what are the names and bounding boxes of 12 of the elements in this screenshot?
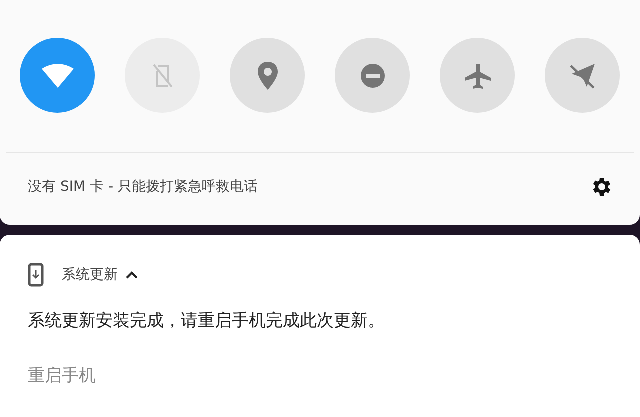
minus-circle-icon [360, 62, 386, 88]
restart-phone-action[interactable]: 重启手机 [28, 364, 96, 387]
no-sim-status-text: 没有 SIM 卡 - 只能拨打紧急呼救电话 [28, 178, 258, 196]
notification-message: 系统更新安装完成，请重启手机完成此次更新。 [28, 310, 385, 332]
phone-download-icon [28, 263, 44, 287]
app-name: 系统更新 [62, 266, 118, 284]
chevron-icon[interactable] [126, 271, 138, 279]
airplane-icon [464, 62, 492, 90]
wifi-icon [40, 62, 74, 88]
notification-card[interactable]: 系统更新 系统更新安装完成，请重启手机完成此次更新。 重启手机 [0, 235, 640, 417]
location-pin-icon [256, 60, 278, 90]
sim-card-off-icon [150, 62, 174, 90]
